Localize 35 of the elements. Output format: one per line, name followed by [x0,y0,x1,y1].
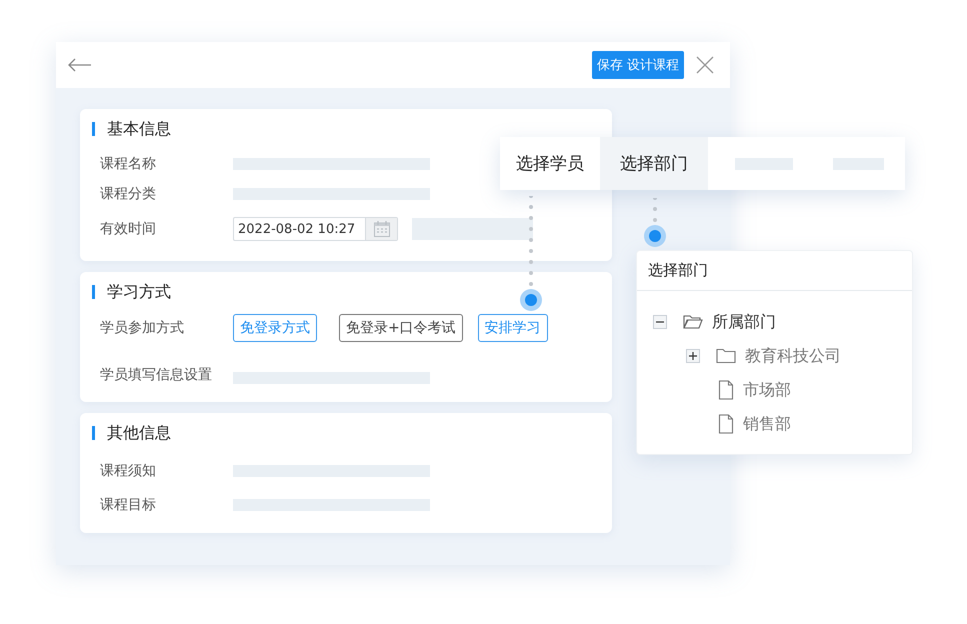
field-label: 有效时间 [99,220,157,238]
file-icon [718,414,734,434]
field-label: 学员填写信息设置 [99,366,213,384]
tree-item[interactable]: 所属部门 [712,312,776,332]
section-title: 其他信息 [107,422,171,444]
field-label: 学员参加方式 [99,319,185,337]
connector-drawing [643,198,667,248]
field-label: 课程须知 [99,462,157,480]
open-folder-icon [683,314,703,330]
tab[interactable]: 选择学员 [500,137,600,190]
close-button[interactable] [696,56,714,74]
section-title: 学习方式 [107,282,171,302]
field-label: 课程名称 [99,155,157,173]
file-icon [718,380,734,400]
date-input[interactable]: 2022-08-02 10:27 [234,218,365,240]
tree-item[interactable]: 市场部 [743,380,791,400]
section-title: 基本信息 [107,118,171,140]
close-icon [696,56,714,74]
popup-title: 选择部门 [648,261,708,280]
back-button[interactable] [68,58,92,72]
title-marker [92,122,95,136]
plus-icon [689,352,697,360]
tree-item[interactable]: 销售部 [743,414,791,434]
folder-icon [716,348,736,364]
date-field[interactable]: 2022-08-02 10:27 [233,217,398,241]
title-marker [92,426,95,440]
field-label: 课程目标 [99,496,157,514]
field-label: 课程分类 [99,185,157,203]
title-marker [92,285,95,299]
back-arrow-icon [68,58,92,72]
collapse-toggle[interactable] [653,315,667,329]
tree-item[interactable]: 教育科技公司 [745,346,841,366]
expand-toggle[interactable] [686,349,700,363]
tab[interactable]: 选择部门 [600,137,708,190]
option-button[interactable]: 免登录+口令考试 [339,314,463,342]
